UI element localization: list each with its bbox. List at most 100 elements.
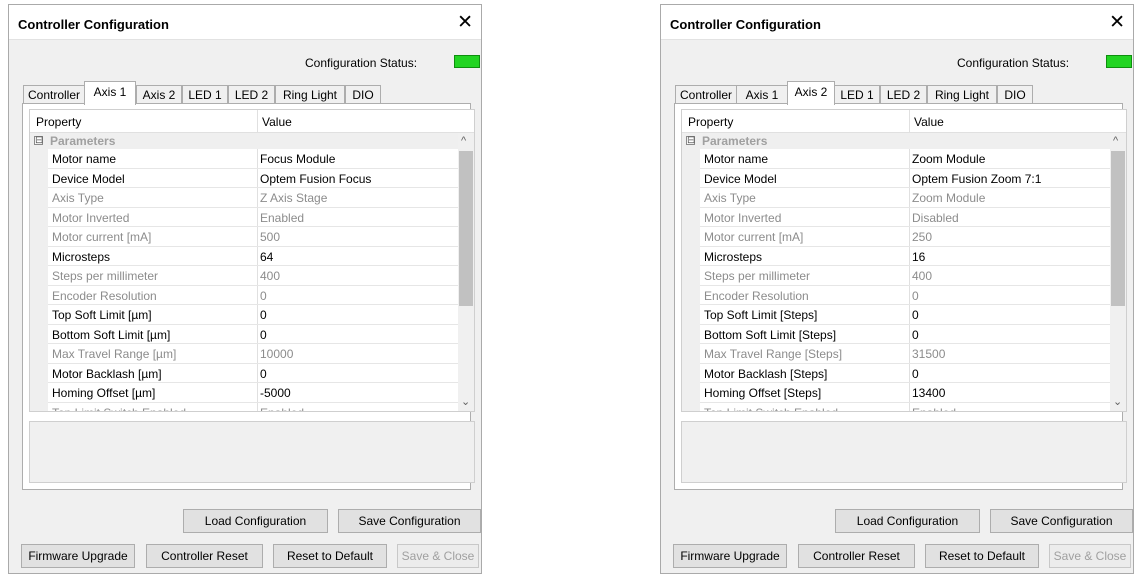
- property-value[interactable]: 0: [912, 328, 919, 342]
- close-icon[interactable]: ✕: [1109, 13, 1125, 32]
- save-configuration-button[interactable]: Save Configuration: [338, 509, 481, 533]
- scroll-thumb[interactable]: [459, 151, 473, 306]
- property-name: Steps per millimeter: [52, 269, 159, 283]
- tab-dio[interactable]: DIO: [345, 85, 381, 104]
- property-row[interactable]: Max Travel Range [Steps] 31500: [682, 344, 1110, 364]
- collapse-icon[interactable]: ⊟: [34, 136, 43, 146]
- configuration-status-indicator: [454, 55, 480, 68]
- property-row[interactable]: Axis Type Zoom Module: [682, 188, 1110, 208]
- property-row[interactable]: Encoder Resolution 0: [682, 285, 1110, 305]
- tab-led-2[interactable]: LED 2: [880, 85, 927, 104]
- load-configuration-button[interactable]: Load Configuration: [183, 509, 328, 533]
- property-row[interactable]: Motor Backlash [Steps] 0: [682, 363, 1110, 383]
- property-value[interactable]: 0: [260, 308, 267, 322]
- property-row[interactable]: Top Limit Switch Enabled Enabled: [30, 402, 458, 411]
- tab-led-1[interactable]: LED 1: [834, 85, 880, 104]
- property-value[interactable]: 0: [912, 308, 919, 322]
- property-row[interactable]: Motor name Zoom Module: [682, 149, 1110, 169]
- property-row[interactable]: Microsteps 16: [682, 246, 1110, 266]
- property-value[interactable]: Optem Fusion Zoom 7:1: [912, 172, 1041, 186]
- collapse-icon[interactable]: ⊟: [686, 136, 695, 146]
- controller-reset-button[interactable]: Controller Reset: [146, 544, 263, 568]
- tab-led-1[interactable]: LED 1: [182, 85, 228, 104]
- tab-ring-light[interactable]: Ring Light: [275, 85, 345, 104]
- title-bar: Controller Configuration ✕: [9, 5, 481, 40]
- close-icon[interactable]: ✕: [457, 13, 473, 32]
- property-row[interactable]: Max Travel Range [µm] 10000: [30, 344, 458, 364]
- property-row[interactable]: Motor current [mA] 250: [682, 227, 1110, 247]
- property-value: 31500: [912, 347, 946, 361]
- scroll-down-icon[interactable]: ⌄: [461, 395, 470, 408]
- property-value[interactable]: 16: [912, 250, 925, 264]
- property-name: Bottom Soft Limit [Steps]: [704, 327, 837, 342]
- vertical-scrollbar[interactable]: ^ ⌄: [1110, 133, 1126, 411]
- tab-dio[interactable]: DIO: [997, 85, 1033, 104]
- tab-ring-light[interactable]: Ring Light: [927, 85, 997, 104]
- property-rows: Motor name Focus Module Device Model Optem …: [30, 149, 458, 411]
- property-row[interactable]: Bottom Soft Limit [Steps] 0: [682, 324, 1110, 344]
- scroll-down-icon[interactable]: ⌄: [1113, 395, 1122, 408]
- save-and-close-button[interactable]: Save & Close: [397, 544, 479, 568]
- controller-reset-button[interactable]: Controller Reset: [798, 544, 915, 568]
- vertical-scrollbar[interactable]: ^ ⌄: [458, 133, 474, 411]
- property-row[interactable]: Device Model Optem Fusion Focus: [30, 168, 458, 188]
- property-value: Enabled: [260, 210, 305, 225]
- property-grid: Property Value ⊟ Parameters Motor name Zo…: [681, 109, 1127, 412]
- property-row[interactable]: Motor Inverted Disabled: [682, 207, 1110, 227]
- category-row-parameters[interactable]: ⊟ Parameters: [682, 133, 1110, 149]
- property-row[interactable]: Encoder Resolution 0: [30, 285, 458, 305]
- property-row[interactable]: Axis Type Z Axis Stage: [30, 188, 458, 208]
- property-row[interactable]: Microsteps 64: [30, 246, 458, 266]
- tab-axis-1[interactable]: Axis 1: [736, 85, 788, 104]
- property-value: 0: [260, 288, 267, 303]
- property-value[interactable]: 0: [912, 367, 919, 381]
- tab-led-2[interactable]: LED 2: [228, 85, 275, 104]
- value-column-header: Value: [262, 115, 292, 129]
- property-row[interactable]: Motor Inverted Enabled: [30, 207, 458, 227]
- property-value[interactable]: Zoom Module: [912, 152, 985, 166]
- property-value[interactable]: Optem Fusion Focus: [260, 172, 371, 186]
- property-grid: Property Value ⊟ Parameters Motor name Fo…: [29, 109, 475, 412]
- property-row[interactable]: Motor name Focus Module: [30, 149, 458, 169]
- category-row-parameters[interactable]: ⊟ Parameters: [30, 133, 458, 149]
- save-configuration-button[interactable]: Save Configuration: [990, 509, 1133, 533]
- property-row[interactable]: Homing Offset [µm] -5000: [30, 383, 458, 403]
- scroll-up-icon[interactable]: ^: [461, 135, 466, 147]
- reset-to-default-button[interactable]: Reset to Default: [273, 544, 387, 568]
- property-value[interactable]: 0: [260, 328, 267, 342]
- save-and-close-button[interactable]: Save & Close: [1049, 544, 1131, 568]
- property-value[interactable]: 0: [260, 367, 267, 381]
- property-row[interactable]: Steps per millimeter 400: [682, 266, 1110, 286]
- property-row[interactable]: Top Soft Limit [µm] 0: [30, 305, 458, 325]
- property-row[interactable]: Top Soft Limit [Steps] 0: [682, 305, 1110, 325]
- property-value: 250: [912, 230, 933, 244]
- property-row[interactable]: Motor Backlash [µm] 0: [30, 363, 458, 383]
- firmware-upgrade-button[interactable]: Firmware Upgrade: [21, 544, 135, 568]
- property-column-header: Property: [688, 115, 734, 129]
- category-label: Parameters: [702, 134, 768, 148]
- property-row[interactable]: Top Limit Switch Enabled Enabled: [682, 402, 1110, 411]
- property-row[interactable]: Homing Offset [Steps] 13400: [682, 383, 1110, 403]
- firmware-upgrade-button[interactable]: Firmware Upgrade: [673, 544, 787, 568]
- reset-to-default-button[interactable]: Reset to Default: [925, 544, 1039, 568]
- tab-axis-2[interactable]: Axis 2: [787, 81, 835, 105]
- property-value[interactable]: -5000: [260, 386, 291, 400]
- property-value[interactable]: Focus Module: [260, 152, 335, 166]
- property-value[interactable]: 13400: [912, 386, 945, 400]
- property-name: Encoder Resolution: [704, 288, 809, 303]
- scroll-thumb[interactable]: [1111, 151, 1125, 306]
- tab-axis-2[interactable]: Axis 2: [136, 85, 182, 104]
- tab-controller[interactable]: Controller: [23, 85, 85, 104]
- property-row[interactable]: Motor current [mA] 500: [30, 227, 458, 247]
- property-row[interactable]: Steps per millimeter 400: [30, 266, 458, 286]
- property-name: Homing Offset [Steps]: [704, 386, 822, 400]
- property-name: Motor name: [52, 152, 117, 166]
- property-row[interactable]: Device Model Optem Fusion Zoom 7:1: [682, 168, 1110, 188]
- property-name: Microsteps: [704, 249, 763, 264]
- property-value[interactable]: 64: [260, 250, 273, 264]
- scroll-up-icon[interactable]: ^: [1113, 135, 1118, 147]
- property-row[interactable]: Bottom Soft Limit [µm] 0: [30, 324, 458, 344]
- tab-controller[interactable]: Controller: [675, 85, 737, 104]
- tab-axis-1[interactable]: Axis 1: [84, 81, 136, 105]
- load-configuration-button[interactable]: Load Configuration: [835, 509, 980, 533]
